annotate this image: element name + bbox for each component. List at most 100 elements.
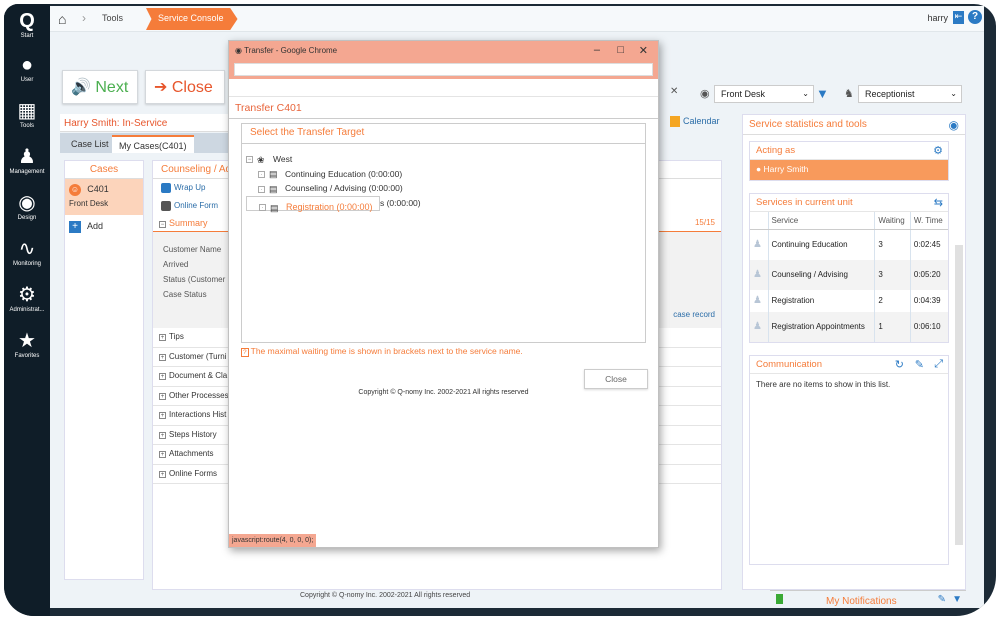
transfer-dialog: ◉ Transfer - Google Chrome – □ ✕ Transfe…	[228, 40, 659, 548]
expand-icon: +	[159, 334, 166, 341]
smiley-icon: ☺	[69, 184, 81, 196]
sidebar-item-monitoring[interactable]: ∿ Monitoring	[4, 238, 50, 267]
services-box: Services in current unit ⇆ Service Waiting…	[749, 193, 949, 343]
sidebar-item-design[interactable]: ◉ Design	[4, 192, 50, 221]
breadcrumb-tools[interactable]: Tools	[102, 13, 123, 23]
agent-status-title: Harry Smith: In-Service	[60, 114, 240, 132]
expand-icon: +	[159, 431, 166, 439]
gears-icon: ⚙	[18, 284, 36, 306]
sidebar-item-favorites[interactable]: ★ Favorites	[4, 330, 50, 359]
user-icon: ●	[756, 164, 764, 174]
case-item[interactable]: ☺ C401 Front Desk	[65, 179, 143, 215]
dialog-copyright: Copyright © Q-nomy Inc. 2002-2021 All ri…	[358, 389, 529, 396]
logout-icon[interactable]: ⇤	[953, 11, 964, 24]
tree-root[interactable]: − ❀ West	[246, 152, 641, 167]
service-desk-icon: ▤	[270, 202, 279, 213]
filter-icon[interactable]: ▼	[952, 594, 962, 605]
eye-icon[interactable]: ◉	[949, 118, 959, 132]
breadcrumb-service-console[interactable]: Service Console	[146, 8, 238, 30]
sidebar-item-management[interactable]: ♟ Management	[4, 146, 50, 175]
dialog-titlebar: ◉ Transfer - Google Chrome – □ ✕	[229, 41, 658, 61]
cases-header: Cases	[65, 161, 143, 179]
role-icon: ♞	[844, 88, 854, 100]
service-stats-panel: Service statistics and tools ◉ Acting as ⚙…	[742, 114, 966, 590]
help-icon: ?	[241, 348, 249, 357]
sidebar-item-administration[interactable]: ⚙ Administrat...	[4, 284, 50, 313]
flag-icon	[776, 594, 783, 604]
filter-icon[interactable]: ▼	[816, 86, 829, 101]
expand-icon: +	[159, 373, 166, 380]
tab-case-list[interactable]: Case List	[64, 135, 116, 153]
table-row[interactable]: ♟ Continuing Education 3 0:02:45	[750, 229, 948, 260]
notifications-bar[interactable]: My Notifications ✎ ▼	[770, 590, 966, 608]
case-record-link[interactable]: case record	[673, 307, 715, 322]
stats-header: Service statistics and tools ◉	[743, 115, 965, 135]
tree-item-selected[interactable]: · ▤ Registration (0:00:00)	[246, 196, 380, 213]
transfer-target-box: Select the Transfer Target − ❀ West · ▤ Cont…	[241, 123, 646, 343]
expand-icon: +	[159, 470, 166, 478]
chevron-down-icon: ⌄	[802, 89, 809, 98]
table-row[interactable]: ♟ Registration 2 0:04:39	[750, 289, 948, 312]
pencil-icon[interactable]: ✎	[938, 594, 946, 605]
calendar-button[interactable]: Calendar	[670, 116, 720, 128]
add-case-button[interactable]: + Add	[65, 215, 143, 239]
refresh-icon[interactable]: ↻	[895, 358, 904, 371]
sidebar-item-user[interactable]: ● User	[4, 54, 50, 83]
collapse-icon: −	[159, 221, 166, 228]
chevron-down-icon: ⌄	[950, 89, 957, 98]
close-case-button[interactable]: ➔ Close	[145, 70, 225, 104]
cases-column: Cases ☺ C401 Front Desk + Add	[64, 160, 144, 580]
exit-door-icon: ➔	[154, 79, 172, 96]
service-desk-icon: ▤	[269, 169, 278, 180]
username: harry	[927, 13, 948, 23]
sidebar-item-tools[interactable]: ▦ Tools	[4, 100, 50, 129]
wrap-up-icon	[161, 183, 171, 193]
next-button[interactable]: 🔊 Next	[62, 70, 138, 104]
communication-empty: There are no items to show in this list.	[756, 379, 891, 389]
hint-text: ? The maximal waiting time is shown in br…	[241, 346, 523, 357]
table-row[interactable]: ♟ Counseling / Advising 3 0:05:20	[750, 259, 948, 290]
target-box-header: Select the Transfer Target	[242, 124, 645, 144]
home-icon[interactable]: ⌂	[58, 11, 66, 27]
table-row[interactable]: ♟ Registration Appointments 1 0:06:10	[750, 311, 948, 342]
sidebar-item-start[interactable]: Q Start	[4, 10, 50, 39]
role-select[interactable]: Receptionist ⌄	[858, 85, 962, 103]
user-icon: ●	[20, 54, 34, 76]
communication-box: Communication ↻ ✎ ⤢ There are no items t…	[749, 354, 949, 565]
scrollbar[interactable]	[955, 245, 963, 545]
swap-arrows-icon[interactable]: ⇆	[934, 196, 943, 209]
maximize-icon[interactable]: □	[617, 44, 624, 56]
plus-icon: +	[69, 221, 81, 233]
top-bar: ⌂ › Tools Service Console harry ⇤ ?	[50, 6, 984, 32]
users-icon: ♟	[753, 239, 762, 251]
tab-my-cases[interactable]: My Cases(C401)	[112, 135, 194, 153]
dialog-close-button[interactable]: Close	[584, 369, 648, 389]
clear-search-icon[interactable]: ✕	[670, 86, 678, 97]
tree-item[interactable]: · ▤ Counseling / Advising (0:00:00)	[246, 181, 641, 196]
management-icon: ♟	[18, 146, 36, 168]
minimize-icon[interactable]: –	[594, 44, 600, 56]
star-icon: ★	[18, 330, 36, 352]
help-icon[interactable]: ?	[968, 10, 982, 24]
close-icon[interactable]: ✕	[639, 44, 648, 57]
users-icon: ♟	[750, 311, 768, 342]
expand-icon: +	[159, 392, 166, 400]
services-table: Service Waiting W. Time ♟ Continuing Educat…	[750, 212, 948, 342]
location-select[interactable]: Front Desk ⌄	[714, 85, 814, 103]
dialog-heading: Transfer C401	[229, 97, 658, 119]
branch-icon: ❀	[257, 154, 265, 165]
expand-icon: +	[159, 412, 166, 419]
collapse-icon: −	[246, 156, 253, 164]
q-logo-icon: Q	[19, 10, 35, 32]
acting-as-user: ● Harry Smith	[750, 160, 948, 180]
gear-icon[interactable]: ⚙	[933, 144, 943, 157]
expand-icon[interactable]: ⤢	[934, 358, 943, 371]
target-tree: − ❀ West · ▤ Continuing Education (0:00:00) …	[242, 144, 645, 219]
speaker-icon: 🔊	[71, 79, 96, 96]
address-bar[interactable]	[229, 61, 658, 79]
users-icon: ♟	[753, 295, 762, 306]
chevron-right-icon: ›	[82, 11, 86, 25]
users-icon: ♟	[750, 259, 768, 290]
pencil-icon[interactable]: ✎	[915, 358, 924, 371]
tree-item[interactable]: · ▤ Continuing Education (0:00:00)	[246, 167, 641, 182]
